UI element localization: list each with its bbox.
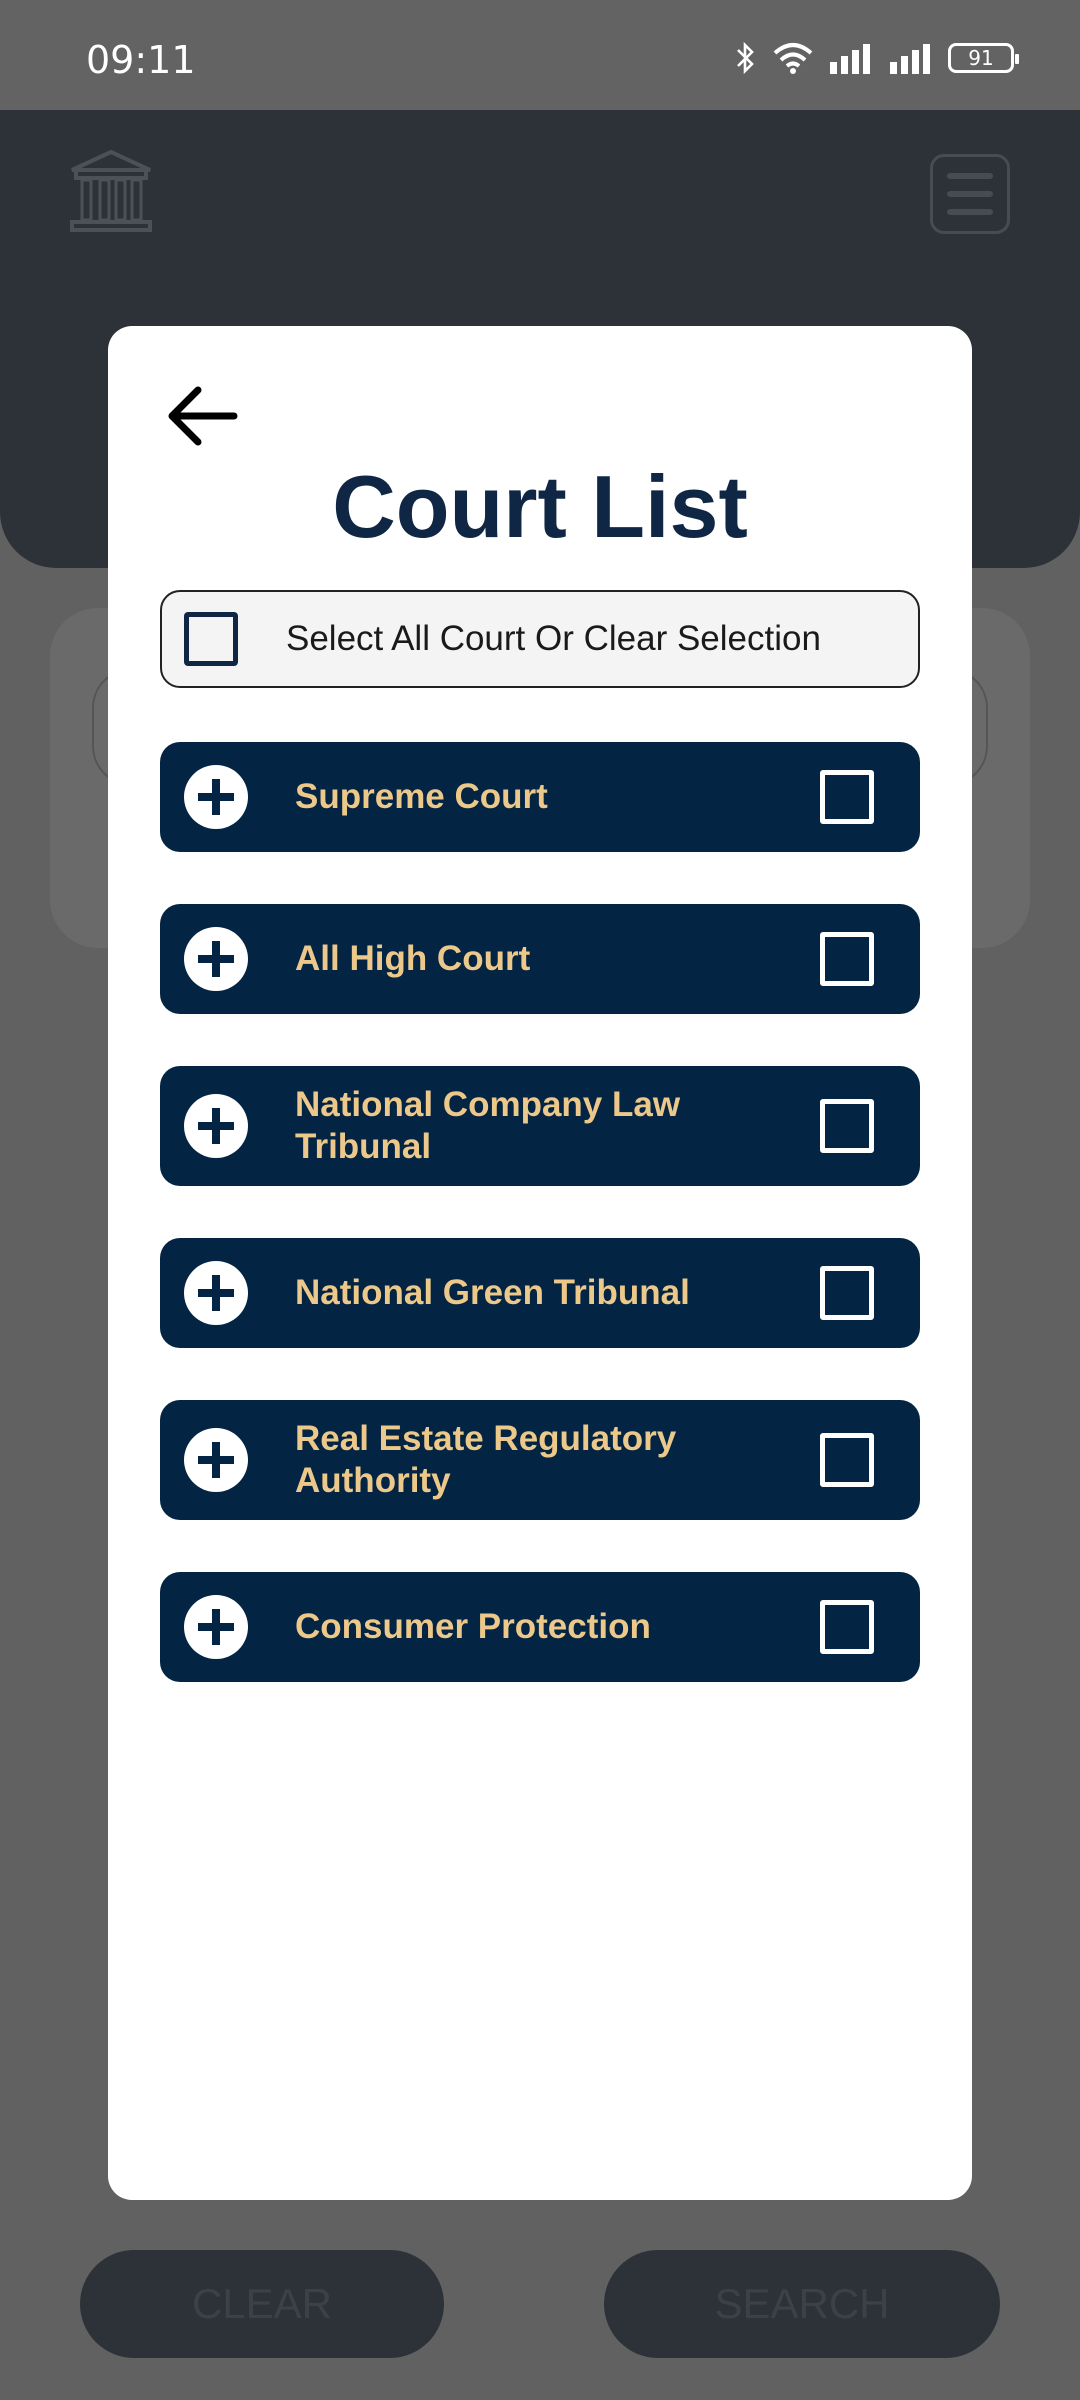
court-item-all-high-court[interactable]: All High Court: [160, 904, 920, 1014]
select-all-label: Select All Court Or Clear Selection: [286, 619, 821, 658]
status-time: 09:11: [86, 38, 196, 82]
court-item-consumer-protection[interactable]: Consumer Protection: [160, 1572, 920, 1682]
signal-icon: [830, 44, 870, 74]
court-checkbox[interactable]: [820, 1433, 874, 1487]
court-checkbox[interactable]: [820, 1099, 874, 1153]
court-checkbox[interactable]: [820, 770, 874, 824]
court-name: Consumer Protection: [295, 1607, 651, 1646]
court-item-national-green-tribunal[interactable]: National Green Tribunal: [160, 1238, 920, 1348]
select-all-row[interactable]: Select All Court Or Clear Selection: [160, 590, 920, 688]
dialog-title: Court List: [332, 457, 748, 556]
court-name: National Green Tribunal: [295, 1273, 690, 1312]
select-all-checkbox[interactable]: [184, 612, 238, 666]
status-bar: 09:11 91: [0, 0, 1080, 110]
court-item-rera[interactable]: Real Estate Regulatory Authority: [160, 1400, 920, 1520]
wifi-icon: [773, 43, 813, 74]
menu-icon[interactable]: [930, 154, 1010, 234]
court-checkbox[interactable]: [820, 1266, 874, 1320]
status-icons: 91: [734, 40, 1019, 76]
expand-plus-icon[interactable]: [184, 1595, 248, 1659]
court-item-supreme-court[interactable]: Supreme Court: [160, 742, 920, 852]
back-arrow-icon[interactable]: [158, 376, 248, 456]
expand-plus-icon[interactable]: [184, 1428, 248, 1492]
signal-icon: [890, 44, 930, 74]
clear-button[interactable]: CLEAR: [80, 2250, 444, 2358]
court-building-icon: [70, 149, 152, 232]
bluetooth-icon: [737, 41, 754, 75]
search-button[interactable]: SEARCH: [604, 2250, 1000, 2358]
court-name: Supreme Court: [295, 777, 548, 816]
court-name: All High Court: [295, 939, 531, 978]
expand-plus-icon[interactable]: [184, 765, 248, 829]
court-checkbox[interactable]: [820, 1600, 874, 1654]
battery-icon: 91: [948, 43, 1019, 73]
court-item-nclt[interactable]: National Company Law Tribunal: [160, 1066, 920, 1186]
court-checkbox[interactable]: [820, 932, 874, 986]
expand-plus-icon[interactable]: [184, 1094, 248, 1158]
court-name: Real Estate Regulatory Authority: [295, 1419, 677, 1500]
court-name: National Company Law Tribunal: [295, 1085, 681, 1166]
court-list-dialog: Court List Select All Court Or Clear Sel…: [108, 326, 972, 2200]
expand-plus-icon[interactable]: [184, 927, 248, 991]
expand-plus-icon[interactable]: [184, 1261, 248, 1325]
battery-level: 91: [968, 46, 994, 70]
